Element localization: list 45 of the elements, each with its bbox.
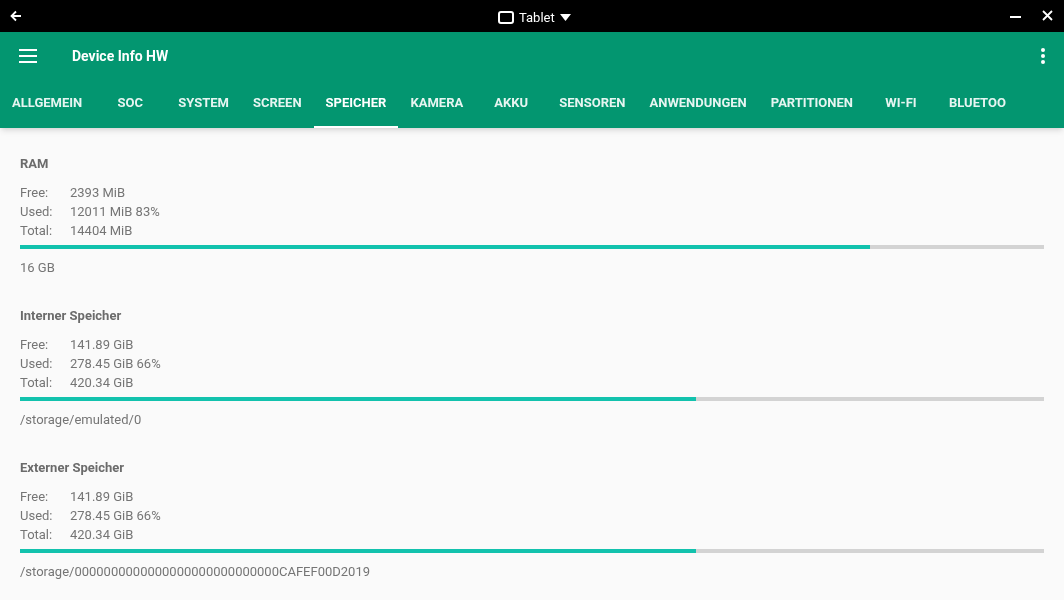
tab[interactable]: SYSTEM — [166, 80, 241, 128]
info-value: 14404 MiB — [70, 222, 133, 240]
tablet-icon — [498, 11, 514, 25]
more-options-icon[interactable] — [1041, 48, 1045, 64]
tab[interactable]: ANWENDUNGEN — [637, 80, 759, 128]
back-arrow-icon[interactable] — [10, 10, 22, 22]
section-title: Externer Speicher — [20, 459, 125, 477]
tab[interactable]: SOC — [94, 80, 167, 128]
info-value: 278.45 GiB 66% — [70, 507, 161, 525]
info-value: 141.89 GiB — [70, 488, 134, 506]
tab[interactable]: WI-FI — [864, 80, 937, 128]
tab[interactable]: PARTITIONEN — [758, 80, 865, 128]
info-value: 12011 MiB 83% — [70, 203, 160, 221]
info-label: Free: — [20, 336, 50, 354]
info-value: 2393 MiB — [70, 184, 126, 202]
menu-icon[interactable] — [19, 49, 37, 63]
section-title: RAM — [20, 155, 49, 173]
storage-detail: /storage/emulated/0 — [20, 411, 142, 429]
tab[interactable]: BLUETOO — [936, 80, 1018, 128]
info-label: Total: — [20, 374, 54, 392]
storage-detail: /storage/0000000000000000000000000000CAFEF00D2019 — [20, 563, 371, 581]
app-title: Device Info HW — [72, 46, 169, 66]
info-value: 278.45 GiB 66% — [70, 355, 161, 373]
tab[interactable]: AKKU — [475, 80, 548, 128]
dropdown-caret-icon[interactable] — [559, 14, 571, 22]
info-value: 420.34 GiB — [70, 374, 134, 392]
info-label: Used: — [20, 507, 54, 525]
minimize-icon[interactable] — [1010, 15, 1021, 18]
info-label: Free: — [20, 488, 50, 506]
window-title[interactable]: Tablet — [519, 8, 555, 28]
tab[interactable]: SCREEN — [240, 80, 314, 128]
info-label: Total: — [20, 222, 54, 240]
tab[interactable]: SPEICHER — [313, 80, 399, 128]
storage-detail: 16 GB — [20, 259, 55, 277]
info-value: 420.34 GiB — [70, 526, 134, 544]
tab[interactable]: KAMERA — [398, 80, 476, 128]
info-label: Total: — [20, 526, 54, 544]
info-value: 141.89 GiB — [70, 336, 134, 354]
section-title: Interner Speicher — [20, 307, 122, 325]
info-label: Used: — [20, 203, 54, 221]
info-label: Used: — [20, 355, 54, 373]
tab[interactable]: SENSOREN — [547, 80, 638, 128]
tab[interactable]: ALLGEMEIN — [0, 80, 95, 128]
info-label: Free: — [20, 184, 50, 202]
close-icon[interactable] — [1042, 10, 1053, 21]
